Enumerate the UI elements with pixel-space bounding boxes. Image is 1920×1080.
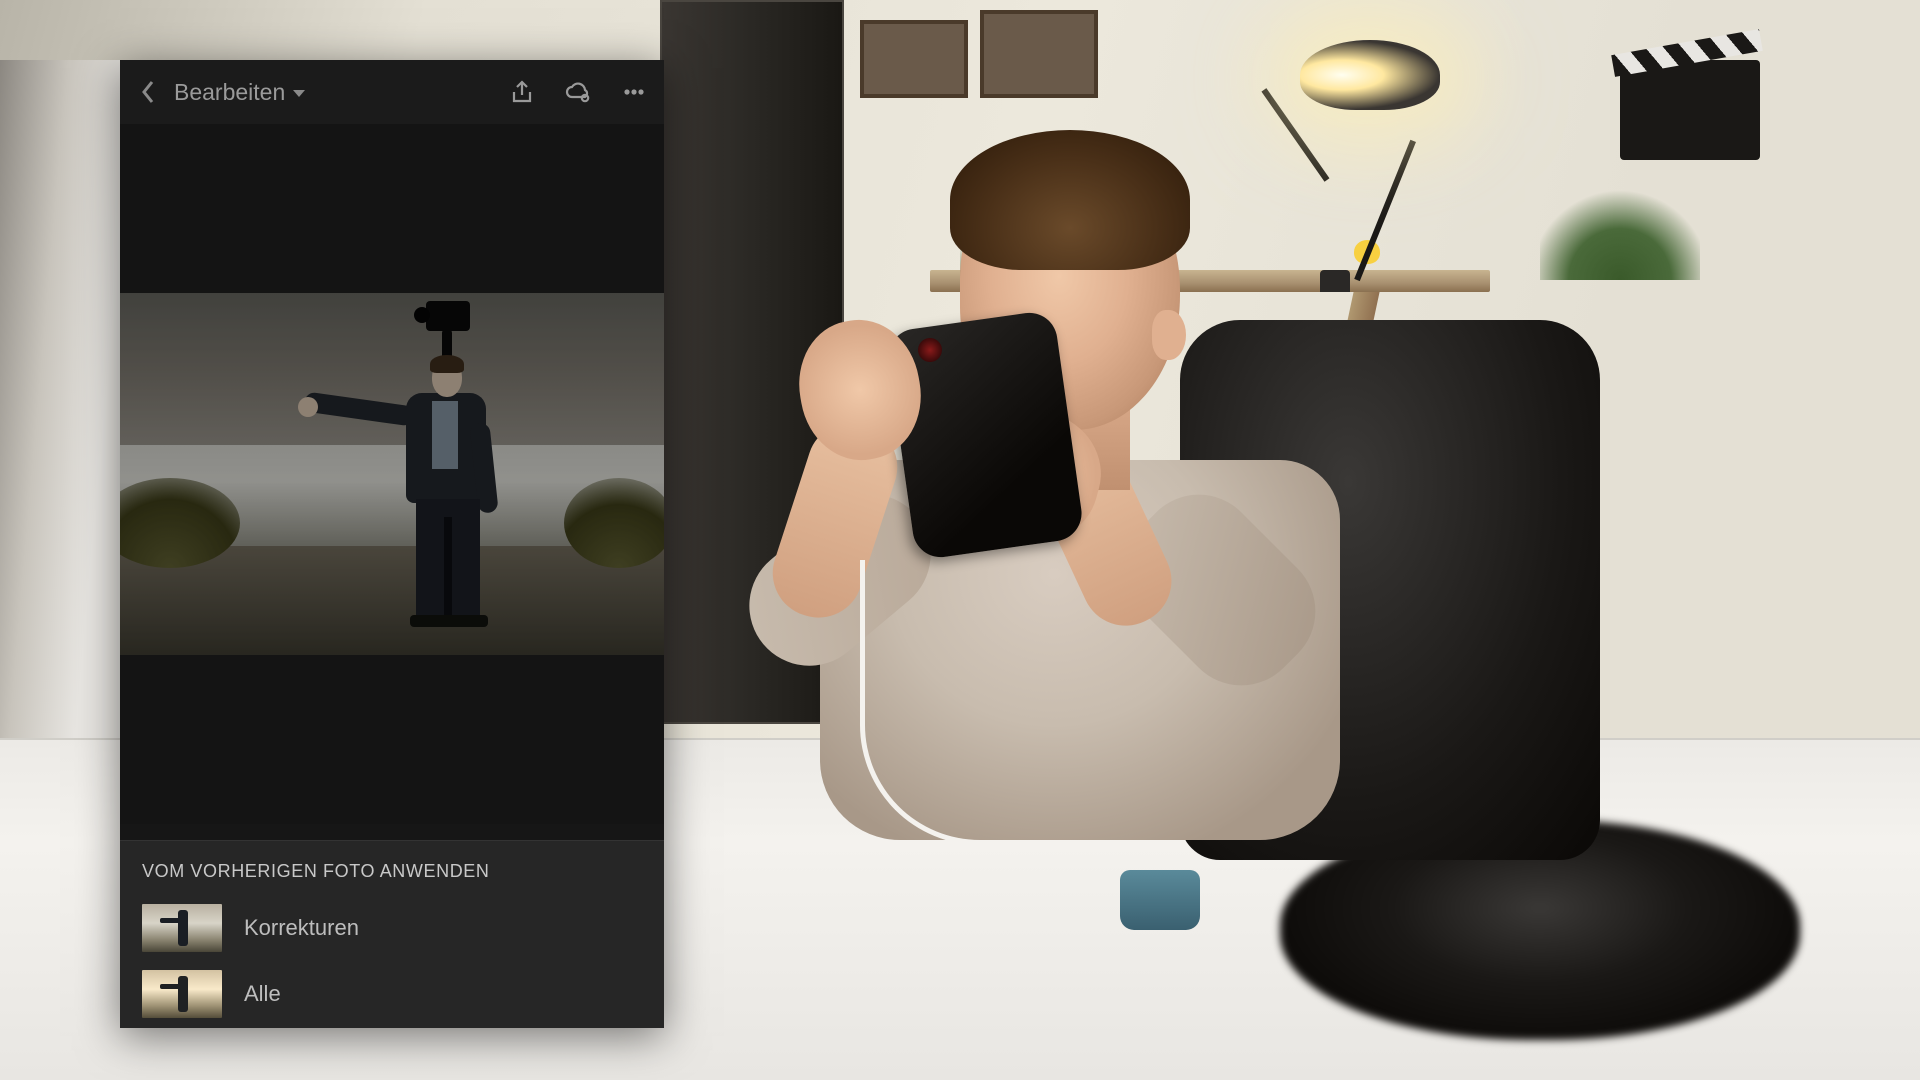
share-button[interactable] bbox=[502, 72, 542, 112]
sheet-item-label: Korrekturen bbox=[244, 915, 359, 941]
gimbal-camera-rig bbox=[422, 301, 474, 361]
app-top-bar: Bearbeiten bbox=[120, 60, 664, 124]
sheet-item-label: Alle bbox=[244, 981, 281, 1007]
thumbnail-icon bbox=[142, 970, 222, 1018]
edited-photo-preview bbox=[120, 293, 664, 655]
caret-down-icon bbox=[293, 90, 305, 97]
cloud-sync-icon bbox=[565, 79, 591, 105]
more-options-button[interactable] bbox=[614, 72, 654, 112]
mug bbox=[1120, 870, 1200, 930]
sheet-item-all[interactable]: Alle bbox=[120, 962, 664, 1028]
more-horizontal-icon bbox=[621, 79, 647, 105]
sheet-item-corrections[interactable]: Korrekturen bbox=[120, 896, 664, 962]
smartphone-back bbox=[885, 309, 1085, 560]
photo-subject-person bbox=[370, 353, 500, 623]
monitor-side bbox=[0, 60, 140, 760]
lightroom-mobile-screen: Bearbeiten bbox=[120, 60, 664, 1028]
desk-lamp-head bbox=[1300, 40, 1440, 110]
photo-canvas[interactable] bbox=[120, 124, 664, 824]
plant-right bbox=[1540, 180, 1700, 280]
share-icon bbox=[509, 79, 535, 105]
sheet-title: VOM VORHERIGEN FOTO ANWENDEN bbox=[120, 841, 664, 896]
back-button[interactable] bbox=[130, 74, 166, 110]
charging-cable bbox=[860, 560, 1065, 845]
chevron-left-icon bbox=[140, 80, 156, 104]
film-clapperboard bbox=[1620, 60, 1760, 160]
mode-label: Bearbeiten bbox=[174, 79, 285, 106]
mode-dropdown[interactable]: Bearbeiten bbox=[174, 79, 305, 106]
cloud-sync-button[interactable] bbox=[558, 72, 598, 112]
thumbnail-icon bbox=[142, 904, 222, 952]
apply-from-previous-sheet: VOM VORHERIGEN FOTO ANWENDEN Korrekturen… bbox=[120, 840, 664, 1028]
